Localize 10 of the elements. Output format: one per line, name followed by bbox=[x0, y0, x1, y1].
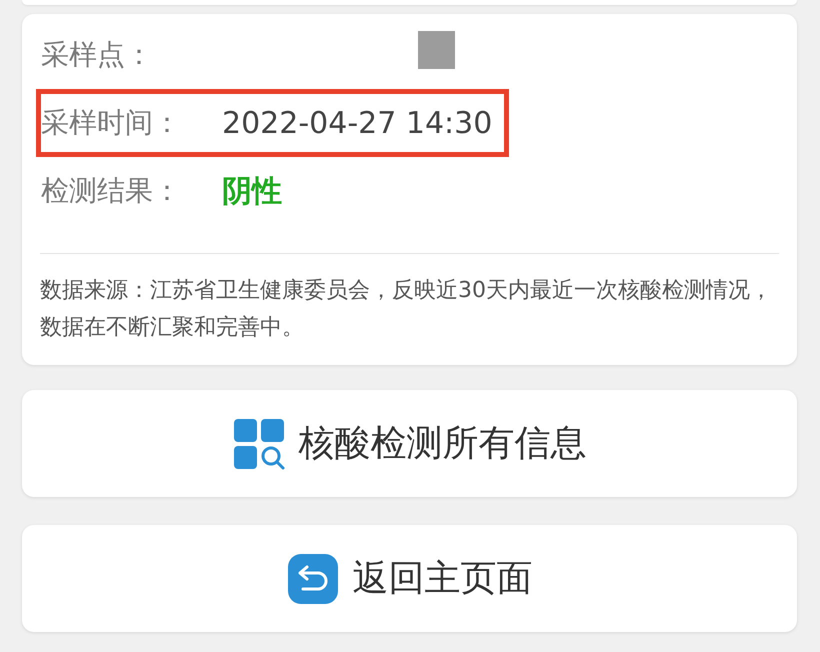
field-value: 2022-04-27 14:30 bbox=[222, 106, 492, 140]
field-label: 采样时间： bbox=[41, 105, 182, 141]
grid-search-icon bbox=[232, 418, 284, 470]
info-button[interactable]: 核酸检测所有信息 bbox=[22, 390, 797, 497]
field-label: 检测结果： bbox=[41, 173, 182, 209]
result-value: 阴性 bbox=[222, 172, 282, 210]
back-icon bbox=[286, 552, 338, 604]
source-note: 数据来源：江苏省卫生健康委员会，反映近30天内最近一次核酸检测情况，数据在不断汇聚和完善中。 bbox=[39, 277, 773, 342]
back-button[interactable]: 返回主页面 bbox=[22, 525, 797, 632]
field-label: 采样点： bbox=[41, 37, 154, 73]
